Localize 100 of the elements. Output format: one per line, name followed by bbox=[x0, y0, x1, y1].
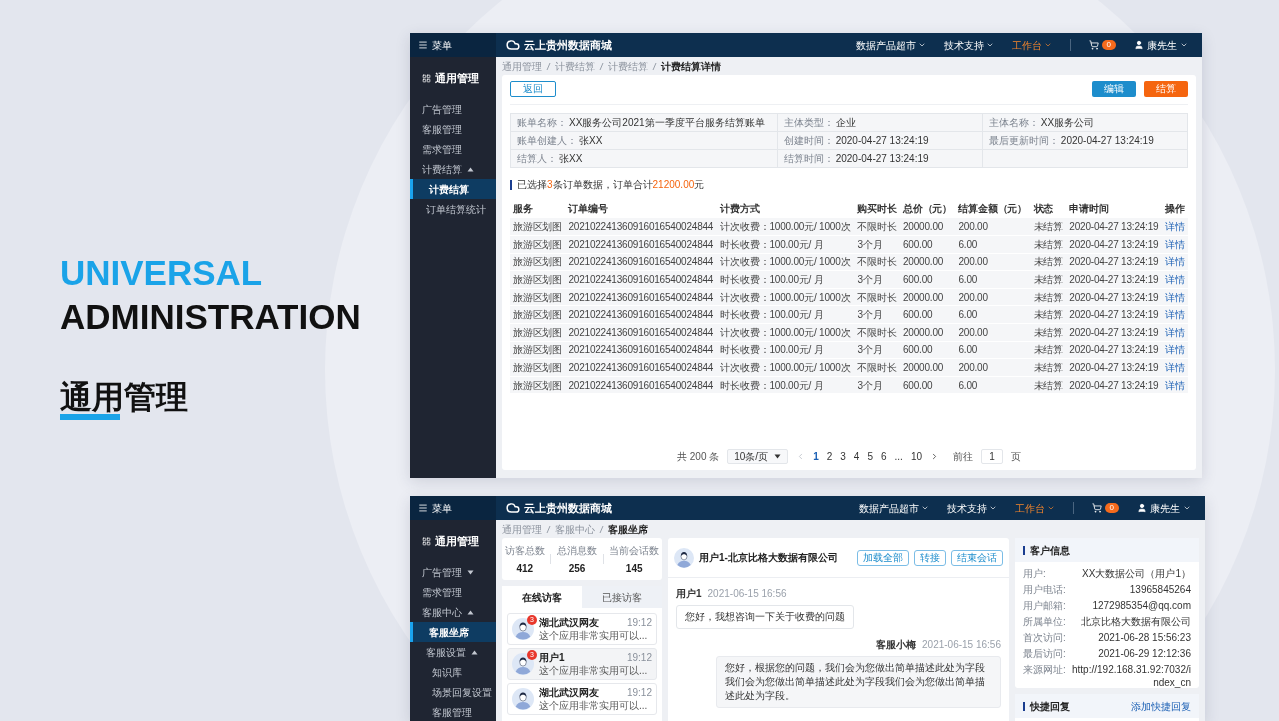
page-number[interactable]: 6 bbox=[880, 449, 887, 464]
chevron-down-icon bbox=[985, 41, 994, 49]
table-cell: 200.00 bbox=[955, 288, 1031, 306]
user-menu[interactable]: 康先生 bbox=[1134, 37, 1188, 53]
table-cell: 旅游区划图 bbox=[510, 376, 566, 394]
nav-menu[interactable]: 技术支持 bbox=[943, 37, 994, 53]
sidebar-group[interactable]: 客服中心 bbox=[410, 602, 496, 622]
nav-menu[interactable]: 数据产品超市 bbox=[855, 37, 926, 53]
table-cell: 2020-04-27 13:24:19 bbox=[1066, 270, 1163, 289]
page-number[interactable]: 5 bbox=[867, 449, 873, 464]
table-cell: 未结算 bbox=[1030, 253, 1067, 271]
detail-link[interactable]: 详情 bbox=[1165, 274, 1185, 286]
table-cell: 不限时长 bbox=[854, 323, 900, 342]
sidebar-group[interactable]: 计费结算 bbox=[410, 159, 496, 179]
sidebar-group[interactable]: 客服设置 bbox=[410, 642, 496, 662]
table-cell: 600.00 bbox=[900, 235, 956, 254]
menu-button[interactable]: 菜单 bbox=[410, 496, 496, 520]
action-button[interactable]: 编辑 bbox=[1092, 81, 1136, 97]
table-cell: 6.00 bbox=[955, 341, 1031, 359]
heading: UNIVERSAL bbox=[60, 252, 264, 294]
table-cell: 200.00 bbox=[955, 358, 1031, 377]
column-header: 订单编号 bbox=[565, 198, 718, 218]
detail-link[interactable]: 详情 bbox=[1165, 344, 1185, 356]
sidebar-item[interactable]: 广告管理 bbox=[410, 99, 496, 119]
table-cell: 2020-04-27 13:24:19 bbox=[1066, 253, 1163, 271]
sidebar-item[interactable]: 需求管理 bbox=[410, 582, 496, 602]
chevron-down-icon bbox=[1180, 41, 1188, 49]
column-header: 计费方式 bbox=[717, 198, 855, 218]
user-avatar bbox=[512, 688, 534, 710]
message-bubble: 您好，根据您的问题，我们会为您做出简单描述此处为字段我们会为您做出简单描述此处为字段我们会为您做出简单描述此处为字段。 bbox=[716, 656, 1001, 708]
nav-menu[interactable]: 数据产品超市 bbox=[858, 500, 929, 516]
detail-link[interactable]: 详情 bbox=[1165, 309, 1185, 321]
table-cell: 未结算 bbox=[1030, 376, 1067, 394]
sidebar-group[interactable]: 广告管理 bbox=[410, 562, 496, 582]
table-cell: 旅游区划图 bbox=[510, 270, 566, 289]
chat-button[interactable]: 结束会话 bbox=[951, 549, 1003, 566]
info-value: 2021-06-29 12:12:36 bbox=[1098, 647, 1191, 660]
user-avatar bbox=[512, 618, 534, 640]
add-quick-reply-link[interactable]: 添加快捷回复 bbox=[1131, 698, 1191, 714]
nav-menu[interactable]: 工作台 bbox=[1014, 500, 1055, 516]
next-page-icon[interactable] bbox=[930, 452, 939, 461]
visitor-item[interactable]: 湖北武汉网友 19:12 这个应用非常实用可以... bbox=[507, 683, 657, 715]
sidebar-item[interactable]: 客服坐席 bbox=[410, 622, 496, 642]
separator-icon bbox=[599, 524, 604, 534]
page-size-select[interactable]: 10条/页 bbox=[727, 449, 789, 464]
table-cell: 2020-04-27 13:24:19 bbox=[1066, 323, 1163, 342]
heading: ADMINISTRATION bbox=[60, 296, 362, 338]
sidebar-item[interactable]: 计费结算 bbox=[410, 179, 496, 199]
table-cell: 2020-04-27 13:24:19 bbox=[1066, 235, 1163, 254]
page-number[interactable]: 10 bbox=[910, 449, 922, 464]
sidebar-item[interactable]: 知识库 bbox=[410, 662, 496, 682]
sidebar-item[interactable]: 客服管理 bbox=[410, 119, 496, 139]
table-cell: 3个月 bbox=[854, 305, 900, 324]
detail-link[interactable]: 详情 bbox=[1165, 291, 1185, 303]
field-value: 张XX bbox=[559, 152, 583, 166]
cart-icon[interactable] bbox=[1088, 40, 1099, 50]
info-label: 首次访问: bbox=[1023, 631, 1066, 644]
detail-link[interactable]: 详情 bbox=[1165, 362, 1185, 374]
chevron-down-icon bbox=[1043, 41, 1052, 49]
sidebar-item[interactable]: 需求管理 bbox=[410, 139, 496, 159]
page-number[interactable]: 1 bbox=[813, 449, 819, 464]
detail-link[interactable]: 详情 bbox=[1165, 379, 1185, 391]
detail-link[interactable]: 详情 bbox=[1165, 238, 1185, 250]
field-label: 结算人： bbox=[517, 152, 557, 166]
nav-menu[interactable]: 工作台 bbox=[1011, 37, 1052, 53]
table-cell: 20000.00 bbox=[900, 323, 956, 342]
nav-menu[interactable]: 技术支持 bbox=[946, 500, 997, 516]
chat-button[interactable]: 加载全部 bbox=[857, 549, 909, 566]
table-cell: 不限时长 bbox=[854, 253, 900, 271]
page-number[interactable]: 2 bbox=[826, 449, 833, 464]
sidebar-item[interactable]: 订单结算统计 bbox=[410, 199, 496, 219]
sidebar-title: 通用管理 bbox=[435, 70, 479, 86]
sidebar-item[interactable]: 客服管理 bbox=[410, 702, 496, 721]
back-button[interactable]: 返回 bbox=[510, 81, 556, 97]
detail-link[interactable]: 详情 bbox=[1165, 221, 1185, 233]
cart-icon[interactable] bbox=[1091, 503, 1102, 513]
table-cell: 202102241360916016540024844 bbox=[565, 253, 718, 271]
menu-button[interactable]: 菜单 bbox=[410, 33, 496, 57]
table-cell: 时长收费：100.00元/ 月 bbox=[717, 270, 855, 289]
user-menu[interactable]: 康先生 bbox=[1137, 500, 1191, 516]
chat-button[interactable]: 转接 bbox=[914, 549, 946, 566]
visitor-tab[interactable]: 已接访客 bbox=[582, 586, 662, 608]
page-number[interactable]: 4 bbox=[853, 449, 860, 464]
page-input[interactable]: 1 bbox=[981, 449, 1003, 464]
detail-link[interactable]: 详情 bbox=[1165, 326, 1185, 338]
menu-icon bbox=[418, 503, 428, 513]
table-cell: 未结算 bbox=[1030, 358, 1067, 377]
visitor-time: 19:12 bbox=[626, 651, 652, 664]
table-cell: 计次收费：1000.00元/ 1000次 bbox=[717, 288, 855, 306]
separator-icon bbox=[546, 61, 551, 71]
page-number[interactable]: ... bbox=[894, 449, 903, 464]
goto-label: 前往 bbox=[953, 450, 973, 464]
sidebar-item[interactable]: 场景回复设置 bbox=[410, 682, 496, 702]
visitor-preview: 这个应用非常实用可以... bbox=[539, 699, 649, 712]
table-cell: 计次收费：1000.00元/ 1000次 bbox=[717, 358, 855, 377]
accent-bar bbox=[60, 414, 120, 420]
field-value: XX服务公司2021第一季度平台服务结算账单 bbox=[569, 116, 765, 130]
table-cell: 未结算 bbox=[1030, 305, 1067, 324]
detail-link[interactable]: 详情 bbox=[1165, 256, 1185, 268]
page-number[interactable]: 3 bbox=[840, 449, 846, 464]
